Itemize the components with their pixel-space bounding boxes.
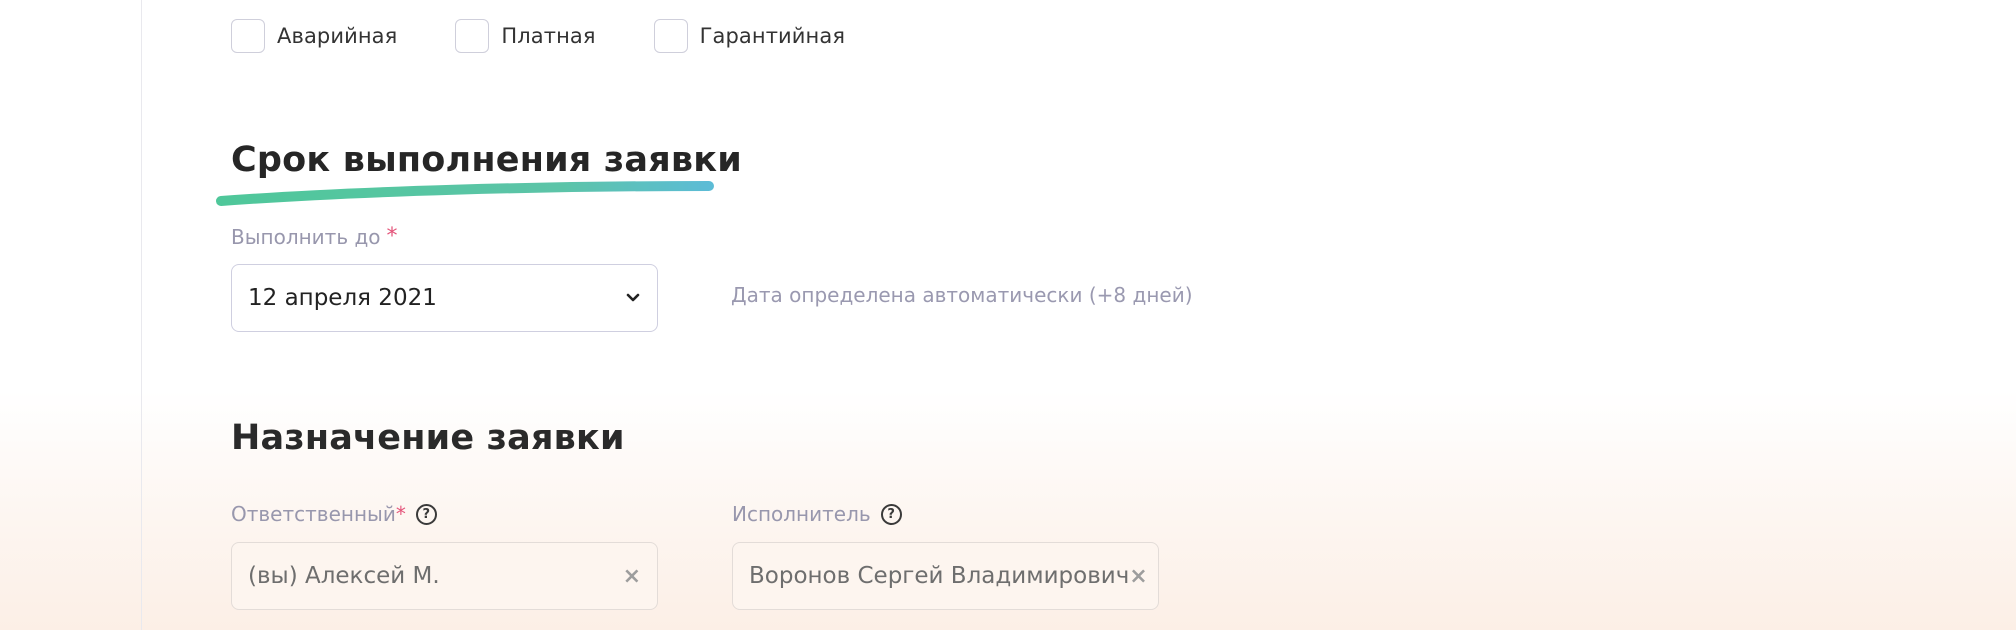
- required-mark: *: [386, 224, 398, 249]
- checkbox-label: Платная: [501, 24, 596, 48]
- deadline-auto-hint: Дата определена автоматически (+8 дней): [731, 283, 1193, 307]
- executor-field-label: Исполнитель ?: [732, 502, 902, 526]
- sidebar-divider: [141, 0, 142, 630]
- deadline-heading: Срок выполнения заявки: [231, 140, 742, 180]
- help-icon[interactable]: ?: [415, 503, 437, 525]
- executor-label-text: Исполнитель: [732, 502, 871, 526]
- assignment-heading: Назначение заявки: [231, 418, 625, 458]
- heading-underline-decoration: [216, 181, 714, 206]
- deadline-label-text: Выполнить до: [231, 224, 381, 249]
- deadline-date-select[interactable]: 12 апреля 2021: [231, 264, 658, 332]
- help-icon[interactable]: ?: [880, 503, 902, 525]
- executor-value: Воронов Сергей Владимирович: [749, 563, 1130, 589]
- checkbox-box[interactable]: [231, 19, 265, 53]
- checkbox-label: Гарантийная: [699, 24, 846, 48]
- clear-icon[interactable]: ×: [1129, 564, 1147, 589]
- responsible-input[interactable]: (вы) Алексей М. ×: [231, 542, 658, 610]
- required-mark: *: [395, 502, 406, 526]
- checkbox-emergency[interactable]: Аварийная: [231, 19, 397, 53]
- responsible-field-label: Ответственный * ?: [231, 502, 437, 526]
- executor-input[interactable]: Воронов Сергей Владимирович ×: [732, 542, 1159, 610]
- checkbox-box[interactable]: [455, 19, 490, 53]
- deadline-date-value: 12 апреля 2021: [248, 285, 437, 311]
- request-form: Аварийная Платная Гарантийная Срок выпол…: [216, 0, 1931, 630]
- responsible-label-text: Ответственный: [231, 502, 396, 526]
- checkbox-box[interactable]: [653, 19, 688, 53]
- checkbox-label: Аварийная: [277, 24, 398, 48]
- checkbox-warranty[interactable]: Гарантийная: [653, 19, 846, 53]
- deadline-field-label: Выполнить до *: [231, 224, 398, 249]
- responsible-value: (вы) Алексей М.: [248, 563, 440, 589]
- request-type-checkboxes: Аварийная Платная Гарантийная: [231, 19, 903, 53]
- chevron-down-icon: [626, 293, 640, 302]
- checkbox-paid[interactable]: Платная: [455, 19, 596, 53]
- clear-icon[interactable]: ×: [623, 564, 641, 589]
